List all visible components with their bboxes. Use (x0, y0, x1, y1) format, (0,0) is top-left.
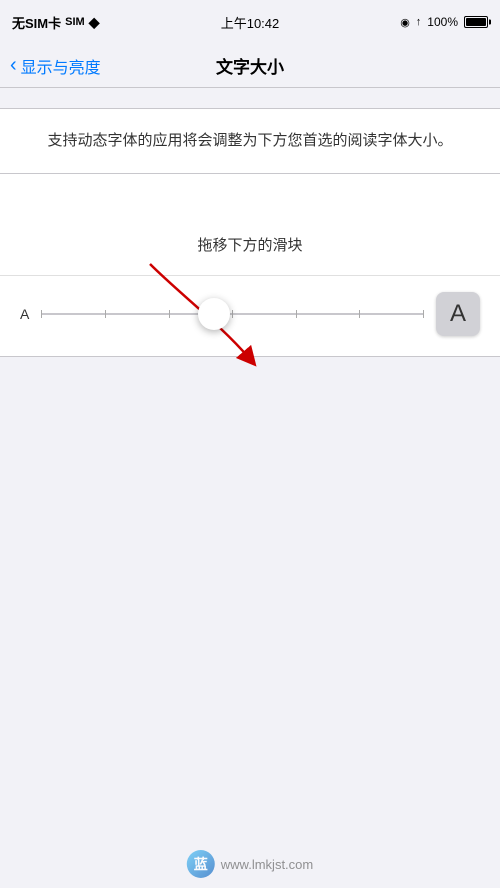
tick-5 (296, 310, 297, 318)
slider-section: 拖移下方的滑块 A (0, 174, 500, 357)
watermark-logo-text: 蓝 (194, 854, 208, 874)
location-icon: ◉ (400, 16, 410, 29)
navigation-bar: ‹ 显示与亮度 文字大小 (0, 44, 500, 88)
watermark: 蓝 www.lmkjst.com (187, 850, 313, 878)
content-area: 支持动态字体的应用将会调整为下方您首选的阅读字体大小。 拖移下方的滑块 A (0, 88, 500, 377)
sim-icon: SIM (65, 16, 85, 28)
wifi-icon: ◆ (89, 14, 100, 31)
status-right: ◉ ↑ 100% (400, 15, 488, 29)
tick-7 (423, 310, 424, 318)
signal-arrow-icon: ↑ (416, 16, 422, 28)
description-card: 支持动态字体的应用将会调整为下方您首选的阅读字体大小。 (0, 108, 500, 174)
status-left: 无SIM卡 SIM ◆ (12, 13, 99, 32)
status-bar: 无SIM卡 SIM ◆ 上午10:42 ◉ ↑ 100% (0, 0, 500, 44)
battery-icon (464, 16, 488, 28)
tick-6 (359, 310, 360, 318)
slider-large-label: A (436, 292, 480, 336)
back-chevron-icon: ‹ (10, 55, 17, 75)
tick-1 (41, 310, 42, 318)
drag-hint-text: 拖移下方的滑块 (0, 174, 500, 275)
watermark-logo: 蓝 (187, 850, 215, 878)
slider-track-wrapper[interactable] (41, 292, 424, 336)
back-label: 显示与亮度 (21, 54, 101, 78)
slider-container: A A (0, 275, 500, 356)
slider-track (41, 313, 424, 315)
battery-fill (466, 18, 486, 26)
description-text: 支持动态字体的应用将会调整为下方您首选的阅读字体大小。 (20, 129, 480, 153)
slider-thumb[interactable] (198, 298, 230, 330)
page-title: 文字大小 (216, 53, 284, 78)
slider-small-label: A (20, 306, 29, 322)
battery-percent: 100% (427, 15, 458, 29)
tick-3 (169, 310, 170, 318)
carrier-text: 无SIM卡 (12, 13, 61, 32)
time-display: 上午10:42 (221, 13, 280, 32)
back-button[interactable]: ‹ 显示与亮度 (10, 54, 101, 78)
watermark-url: www.lmkjst.com (221, 857, 313, 872)
tick-4 (232, 310, 233, 318)
tick-2 (105, 310, 106, 318)
